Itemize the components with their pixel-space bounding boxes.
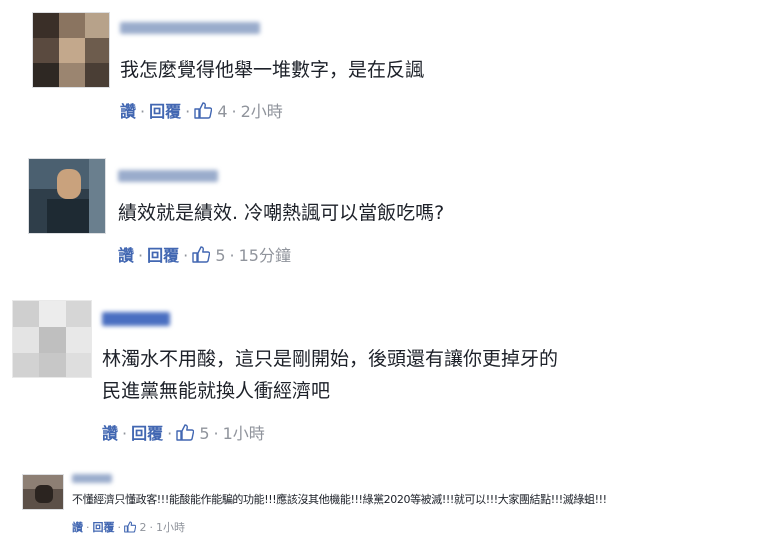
- commenter-name[interactable]: [120, 22, 260, 34]
- commenter-name[interactable]: [72, 474, 112, 483]
- reply-link[interactable]: 回覆: [149, 102, 181, 121]
- comment-text: 績效就是績效. 冷嘲熱諷可以當飯吃嗎?: [118, 202, 445, 224]
- commenter-name[interactable]: [118, 170, 218, 182]
- thumbs-up-icon[interactable]: [192, 246, 211, 267]
- timestamp[interactable]: 1小時: [223, 424, 265, 443]
- comment-actions: 讚 · 回覆 · 4 · 2小時: [120, 102, 283, 123]
- timestamp[interactable]: 2小時: [241, 102, 283, 121]
- thumbs-up-icon[interactable]: [176, 424, 195, 445]
- comment-actions: 讚 · 回覆 · 2 · 1小時: [72, 521, 185, 536]
- thumbs-up-icon[interactable]: [124, 521, 137, 536]
- reply-link[interactable]: 回覆: [131, 424, 163, 443]
- like-count: 5: [199, 424, 210, 443]
- comment-text-line-2: 民進黨無能就換人衝經濟吧: [102, 380, 331, 402]
- avatar[interactable]: [12, 300, 92, 378]
- reply-link[interactable]: 回覆: [93, 521, 115, 534]
- like-count: 2: [139, 521, 147, 534]
- comment-text-line-1: 林濁水不用酸，這只是剛開始，後頭還有讓你更掉牙的: [102, 348, 559, 370]
- like-link[interactable]: 讚: [102, 424, 118, 443]
- like-count: 5: [215, 246, 226, 265]
- like-link[interactable]: 讚: [120, 102, 136, 121]
- commenter-name[interactable]: [102, 312, 170, 326]
- like-link[interactable]: 讚: [118, 246, 134, 265]
- comment-text: 我怎麼覺得他舉一堆數字，是在反諷: [120, 59, 425, 81]
- comment-text: 不懂經濟只懂政客!!!能酸能作能騙的功能!!!應該沒其他機能!!!綠黨2020等…: [72, 493, 607, 506]
- reply-link[interactable]: 回覆: [147, 246, 179, 265]
- thumbs-up-icon[interactable]: [194, 102, 213, 123]
- timestamp[interactable]: 1小時: [156, 521, 185, 534]
- avatar[interactable]: [32, 12, 110, 88]
- comment-actions: 讚 · 回覆 · 5 · 1小時: [102, 424, 265, 445]
- comment-actions: 讚 · 回覆 · 5 · 15分鐘: [118, 246, 291, 267]
- avatar[interactable]: [28, 158, 106, 234]
- like-link[interactable]: 讚: [72, 521, 83, 534]
- timestamp[interactable]: 15分鐘: [239, 246, 291, 265]
- avatar[interactable]: [22, 474, 64, 510]
- like-count: 4: [217, 102, 228, 121]
